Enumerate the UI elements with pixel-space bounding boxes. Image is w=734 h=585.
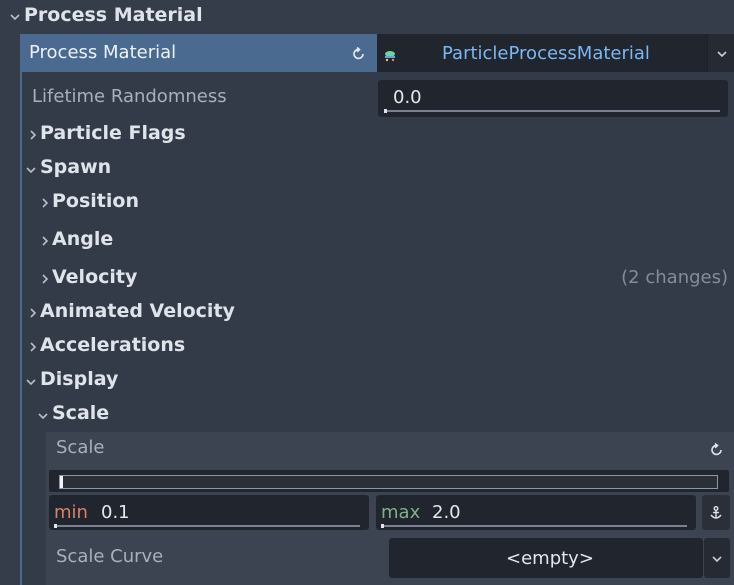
- min-label: min: [54, 502, 88, 523]
- subgroup-velocity[interactable]: Velocity (2 changes): [34, 264, 734, 294]
- lifetime-randomness-field[interactable]: 0.0: [378, 80, 728, 117]
- chevron-right-icon: [27, 307, 39, 319]
- scale-curve-label: Scale Curve: [56, 546, 164, 567]
- chevron-right-icon: [39, 197, 51, 209]
- min-value: 0.1: [101, 502, 130, 523]
- chevron-right-icon: [39, 273, 51, 285]
- group-label: Accelerations: [40, 334, 186, 356]
- process-material-section-header[interactable]: Process Material: [0, 0, 734, 34]
- chevron-down-icon: [711, 553, 723, 565]
- scale-min-field[interactable]: min 0.1: [49, 495, 369, 530]
- scale-range-slider[interactable]: [49, 470, 729, 492]
- chevron-down-icon: [9, 11, 21, 23]
- chevron-down-icon: [716, 48, 728, 60]
- subgroup-position[interactable]: Position: [34, 188, 734, 218]
- process-material-property-row[interactable]: Process Material: [20, 34, 377, 72]
- resource-name: ParticleProcessMaterial: [442, 43, 650, 64]
- chevron-down-icon: [25, 164, 37, 176]
- chevron-down-icon: [37, 410, 49, 422]
- subgroup-label: Scale: [52, 402, 110, 424]
- group-particle-flags[interactable]: Particle Flags: [22, 120, 734, 150]
- chevron-right-icon: [27, 341, 39, 353]
- max-value: 2.0: [432, 502, 461, 523]
- group-label: Animated Velocity: [40, 300, 235, 322]
- slider-grabber: [381, 524, 384, 528]
- slider-track: [381, 525, 687, 527]
- max-label: max: [381, 502, 421, 523]
- section-title: Process Material: [24, 4, 203, 26]
- chevron-right-icon: [39, 235, 51, 247]
- group-animated-velocity[interactable]: Animated Velocity: [22, 298, 734, 328]
- range-track: [59, 475, 718, 489]
- group-accelerations[interactable]: Accelerations: [22, 332, 734, 362]
- lifetime-randomness-value: 0.0: [393, 87, 422, 108]
- scale-max-field[interactable]: max 2.0: [376, 495, 696, 530]
- range-grabber[interactable]: [60, 476, 63, 488]
- scale-label: Scale: [56, 437, 105, 458]
- resource-dropdown-button[interactable]: [707, 34, 734, 72]
- subgroup-scale[interactable]: Scale: [34, 400, 734, 430]
- group-display[interactable]: Display: [22, 366, 734, 396]
- chevron-down-icon: [25, 376, 37, 388]
- link-min-max-button[interactable]: [702, 495, 730, 530]
- changes-count: (2 changes): [621, 267, 728, 288]
- resource-picker[interactable]: ParticleProcessMaterial: [377, 34, 707, 72]
- group-label: Display: [40, 368, 119, 390]
- scale-curve-dropdown-button[interactable]: [704, 538, 730, 578]
- revert-icon[interactable]: [352, 46, 366, 60]
- property-label: Process Material: [29, 42, 177, 63]
- revert-icon[interactable]: [710, 442, 724, 456]
- subgroup-label: Angle: [52, 228, 114, 250]
- group-label: Spawn: [40, 156, 112, 178]
- subgroup-label: Position: [52, 190, 139, 212]
- scale-curve-picker[interactable]: <empty>: [389, 538, 703, 578]
- subgroup-angle[interactable]: Angle: [34, 226, 734, 256]
- anchor-icon: [709, 505, 723, 519]
- slider-track: [54, 525, 360, 527]
- group-spawn[interactable]: Spawn: [22, 154, 734, 184]
- subgroup-label: Velocity: [52, 266, 138, 288]
- slider-grabber: [54, 524, 57, 528]
- slider-grabber: [384, 109, 387, 113]
- slider-track: [384, 110, 720, 112]
- lifetime-randomness-label: Lifetime Randomness: [32, 86, 227, 107]
- group-label: Particle Flags: [40, 122, 186, 144]
- scale-curve-value: <empty>: [506, 548, 594, 569]
- chevron-right-icon: [27, 129, 39, 141]
- particle-material-icon: [383, 47, 397, 62]
